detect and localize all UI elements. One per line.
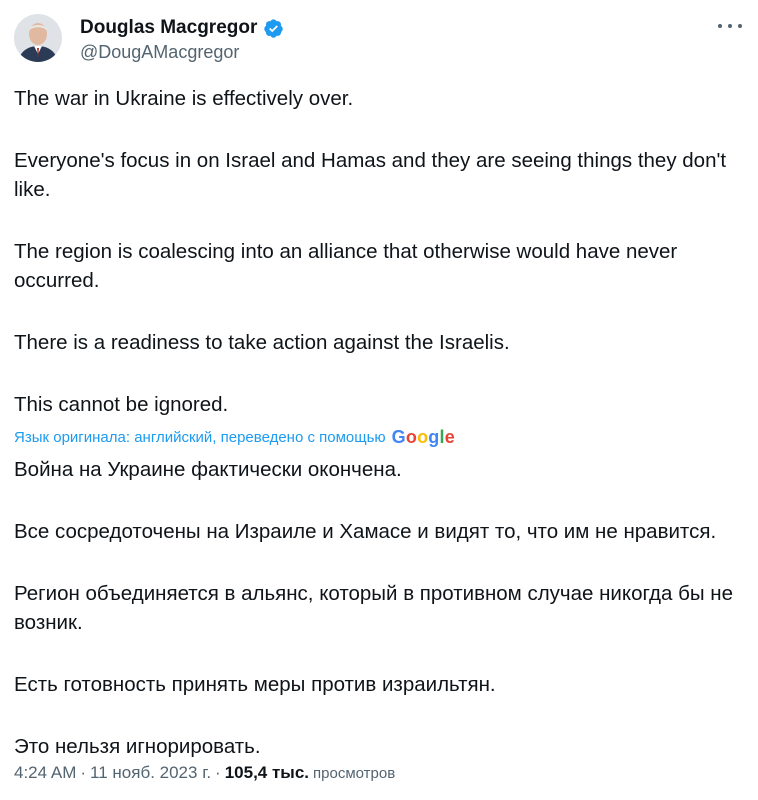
more-horizontal-icon[interactable] <box>716 16 744 36</box>
display-name[interactable]: Douglas Macgregor <box>80 17 257 39</box>
translated-paragraph: Война на Украине фактически окончена. <box>14 458 402 481</box>
tweet-time[interactable]: 4:24 AM <box>14 763 76 783</box>
views-count: 105,4 тыс. <box>224 763 310 782</box>
author-names: Douglas Macgregor @DougAMacgregor <box>80 16 284 63</box>
translation-notice-text[interactable]: Язык оригинала: английский, переведено с… <box>14 429 386 446</box>
tweet-original-text: The war in Ukraine is effectively over. … <box>14 84 744 419</box>
tweet-date[interactable]: 11 нояб. 2023 г. <box>90 763 211 783</box>
avatar[interactable] <box>14 14 62 62</box>
original-paragraph: The war in Ukraine is effectively over. <box>14 87 354 110</box>
tweet-meta: 4:24 AM · 11 нояб. 2023 г. · 105,4 тыс. … <box>14 763 395 783</box>
google-logo: Google <box>391 426 455 447</box>
original-paragraph: The region is coalescing into an allianc… <box>14 240 678 292</box>
original-paragraph: There is a readiness to take action agai… <box>14 331 510 354</box>
translated-paragraph: Это нельзя игнорировать. <box>14 735 261 758</box>
verified-badge-icon <box>263 18 284 39</box>
views-label: просмотров <box>313 765 396 782</box>
tweet-translated-text: Война на Украине фактически окончена. Вс… <box>14 455 744 761</box>
tweet-header: Douglas Macgregor @DougAMacgregor <box>14 14 744 64</box>
translation-notice[interactable]: Язык оригинала: английский, переведено с… <box>14 426 455 448</box>
meta-separator: · <box>215 763 221 782</box>
user-handle[interactable]: @DougAMacgregor <box>80 42 284 63</box>
translated-paragraph: Все сосредоточены на Израиле и Хамасе и … <box>14 520 717 543</box>
translated-paragraph: Есть готовность принять меры против изра… <box>14 673 496 696</box>
original-paragraph: This cannot be ignored. <box>14 393 229 416</box>
meta-separator: · <box>80 763 87 782</box>
tweet: Douglas Macgregor @DougAMacgregor The wa… <box>0 0 758 800</box>
original-paragraph: Everyone's focus in on Israel and Hamas … <box>14 149 727 201</box>
translated-paragraph: Регион объединяется в альянс, который в … <box>14 582 733 634</box>
